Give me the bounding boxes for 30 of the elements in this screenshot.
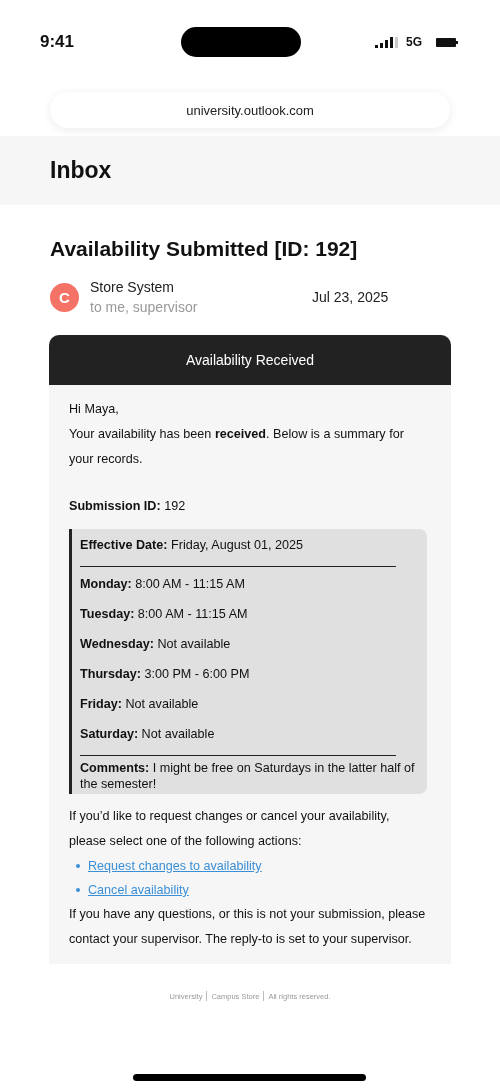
comments-text: Comments: I might be free on Saturdays in the latter half of the semester!	[80, 760, 416, 792]
schedule-line: Friday: Not available	[80, 696, 200, 713]
page-title: Inbox	[50, 157, 112, 184]
schedule-line: Tuesday: 8:00 AM - 11:15 AM	[80, 606, 249, 623]
battery-icon	[436, 37, 458, 47]
action-link[interactable]: Request changes to availability	[88, 854, 262, 878]
greeting: Hi Maya,	[69, 401, 120, 418]
closing-text: If you have any questions, or this is not your submission, please contact your supervisor. The reply-to is set to your supervisor.	[69, 906, 427, 948]
bullet-icon	[76, 888, 80, 892]
schedule-line: Wednesday: Not available	[80, 636, 232, 653]
intro-text: Your availability has been received. Below is a summary for your records.	[69, 426, 405, 468]
action-link[interactable]: Cancel availability	[88, 878, 189, 902]
email-subject: Availability Submitted [ID: 192]	[50, 237, 359, 261]
submission-id: Submission ID: 192	[69, 498, 187, 515]
actions-text: If you’d like to request changes or cancel your availability, please select one of the following actions:	[69, 808, 391, 850]
bullet-icon	[76, 864, 80, 868]
sender-avatar: C	[50, 282, 79, 312]
sender-name: Store System	[90, 279, 176, 295]
effective-date: Effective Date: Friday, August 01, 2025	[80, 537, 305, 554]
network-label: 5G	[405, 35, 422, 49]
schedule-line: Saturday: Not available	[80, 726, 216, 743]
address-bar[interactable]: university.outlook.com	[50, 92, 450, 128]
recipients: to me, supervisor	[90, 299, 199, 315]
schedule-line: Thursday: 3:00 PM - 6:00 PM	[80, 666, 251, 683]
schedule-line: Monday: 8:00 AM - 11:15 AM	[80, 576, 246, 593]
clock-time: 9:41	[40, 32, 75, 52]
signal-icon	[374, 36, 398, 48]
card-banner: Availability Received	[49, 335, 451, 385]
home-indicator[interactable]	[133, 1074, 366, 1081]
email-date: Jul 23, 2025	[312, 289, 389, 305]
